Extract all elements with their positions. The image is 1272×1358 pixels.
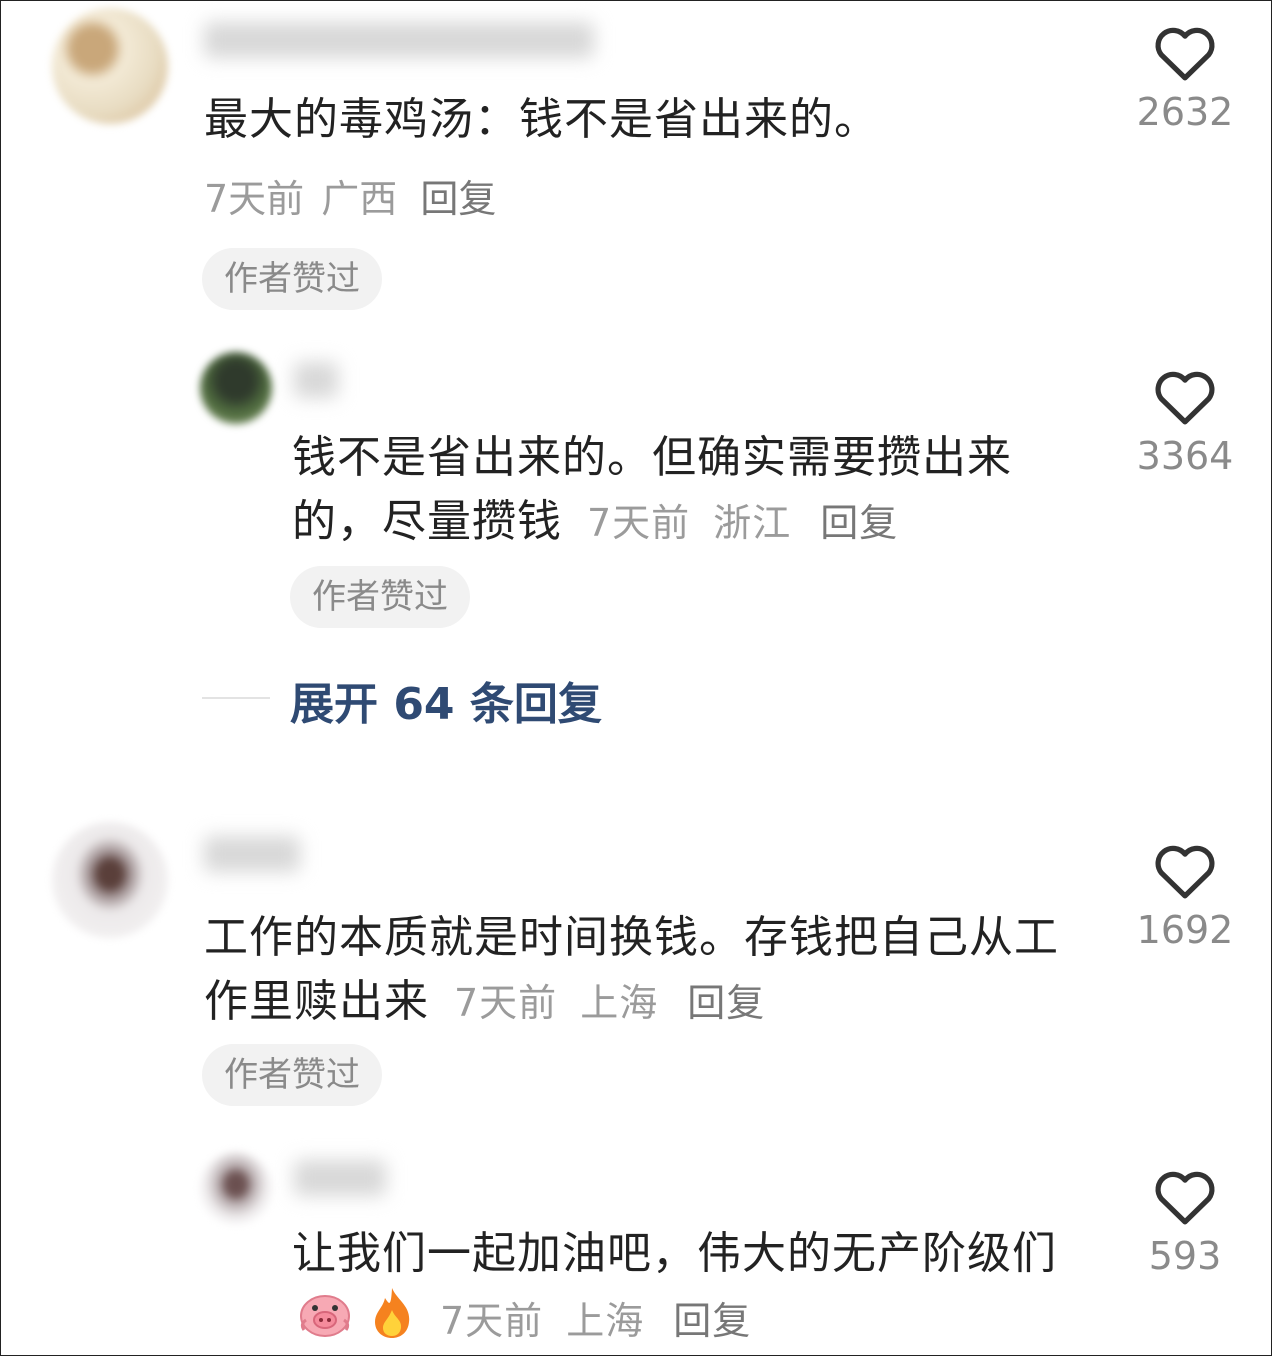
- reply-text: 钱不是省出来的。但确实需要攒出来的，尽量攒钱 7天前 浙江 回复: [292, 426, 1092, 555]
- heart-outline-icon: [1155, 845, 1215, 899]
- comment-location: 上海: [580, 981, 659, 1025]
- avatar[interactable]: [52, 822, 168, 938]
- like-button[interactable]: 2632: [1125, 22, 1245, 134]
- like-count: 2632: [1136, 90, 1234, 134]
- comment-text: 最大的毒鸡汤：钱不是省出来的。: [204, 88, 1104, 152]
- reply-button[interactable]: 回复: [420, 177, 496, 221]
- reply-text: 让我们一起加油吧，伟大的无产阶级们 7天前 上海 回复: [292, 1222, 1092, 1358]
- like-button[interactable]: 1692: [1125, 840, 1245, 952]
- like-count: 593: [1148, 1234, 1222, 1278]
- username-blurred[interactable]: [204, 22, 594, 58]
- expand-replies-button[interactable]: 展开 64 条回复: [290, 668, 602, 732]
- author-liked-badge: 作者赞过: [290, 566, 470, 628]
- avatar[interactable]: [200, 1152, 272, 1224]
- heart-outline-icon: [1155, 27, 1215, 81]
- author-liked-badge: 作者赞过: [202, 1044, 382, 1106]
- avatar[interactable]: [200, 352, 272, 424]
- like-count: 3364: [1136, 434, 1234, 478]
- reply-button[interactable]: 回复: [673, 1299, 751, 1343]
- comment-meta: 7天前 广西 回复: [204, 168, 496, 223]
- like-button[interactable]: 3364: [1125, 366, 1245, 478]
- reply-time: 7天前: [587, 501, 691, 545]
- screenshot-border: [0, 0, 1272, 1356]
- heart-outline-icon: [1155, 1171, 1215, 1225]
- reply-location: 上海: [566, 1299, 645, 1343]
- avatar[interactable]: [52, 8, 168, 124]
- like-count: 1692: [1136, 908, 1234, 952]
- reply-button[interactable]: 回复: [687, 981, 765, 1025]
- comment-text: 工作的本质就是时间换钱。存钱把自己从工作里赎出来 7天前 上海 回复: [204, 906, 1094, 1035]
- reply-button[interactable]: 回复: [820, 501, 898, 545]
- comment-location: 广西: [321, 177, 398, 221]
- comment-time: 7天前: [204, 177, 305, 221]
- reply-location: 浙江: [713, 501, 792, 545]
- reply-time: 7天前: [440, 1299, 544, 1343]
- heart-outline-icon: [1155, 371, 1215, 425]
- expand-divider: [202, 697, 270, 699]
- fire-emoji: [369, 1286, 415, 1358]
- username-blurred[interactable]: [294, 362, 338, 398]
- username-blurred[interactable]: [294, 1160, 386, 1196]
- username-blurred[interactable]: [204, 836, 300, 872]
- comment-time: 7天前: [454, 981, 558, 1025]
- author-liked-badge: 作者赞过: [202, 248, 382, 310]
- pig-face-emoji: [296, 1286, 354, 1358]
- like-button[interactable]: 593: [1125, 1166, 1245, 1278]
- comment-body: 最大的毒鸡汤：钱不是省出来的。: [204, 94, 879, 145]
- reply-body: 让我们一起加油吧，伟大的无产阶级们: [292, 1228, 1057, 1279]
